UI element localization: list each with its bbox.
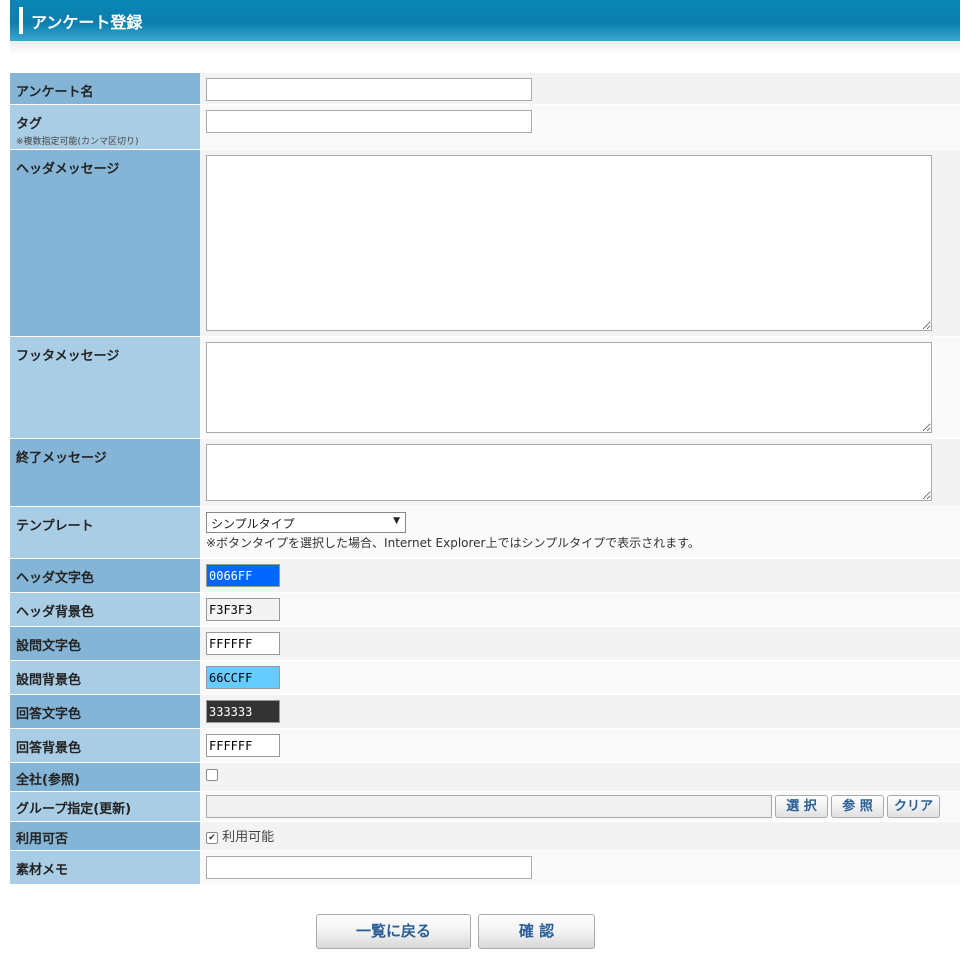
form-row-answer-text-color: 回答文字色: [10, 695, 960, 728]
footer-message-label: フッタメッセージ: [10, 337, 200, 438]
survey-name-input[interactable]: [206, 78, 532, 101]
form-row-footer-message: フッタメッセージ: [10, 337, 960, 438]
form-row-header-bg-color: ヘッダ背景色: [10, 593, 960, 626]
page-title: アンケート登録: [31, 13, 143, 32]
group-input[interactable]: [206, 795, 772, 818]
header-bg-color-label: ヘッダ背景色: [10, 593, 200, 626]
group-refer-button[interactable]: 参 照: [831, 795, 884, 818]
page-header: アンケート登録: [10, 0, 960, 41]
tags-input[interactable]: [206, 110, 532, 133]
survey-name-label: アンケート名: [10, 73, 200, 104]
confirm-button[interactable]: 確 認: [478, 914, 595, 949]
question-bg-color-input[interactable]: [206, 666, 280, 689]
form-row-tags: タグ ※複数指定可能(カンマ区切り): [10, 105, 960, 149]
company-wide-checkbox[interactable]: [206, 768, 218, 781]
template-selected-value: シンプルタイプ: [211, 517, 295, 531]
tags-label: タグ: [16, 117, 43, 132]
form-row-header-message: ヘッダメッセージ: [10, 150, 960, 336]
form-row-question-bg-color: 設問背景色: [10, 661, 960, 694]
material-memo-label: 素材メモ: [10, 851, 200, 884]
answer-text-color-label: 回答文字色: [10, 695, 200, 728]
header-bg-color-input[interactable]: [206, 598, 280, 621]
header-accent-bar: [19, 7, 23, 34]
answer-text-color-input[interactable]: [206, 700, 280, 723]
answer-bg-color-label: 回答背景色: [10, 729, 200, 762]
form-row-header-text-color: ヘッダ文字色: [10, 559, 960, 592]
end-message-label: 終了メッセージ: [10, 439, 200, 506]
header-text-color-input[interactable]: [206, 564, 280, 587]
form-row-end-message: 終了メッセージ: [10, 439, 960, 506]
available-checkbox[interactable]: ✔: [206, 831, 218, 844]
back-to-list-button[interactable]: 一覧に戻る: [316, 914, 471, 949]
header-message-label: ヘッダメッセージ: [10, 150, 200, 336]
template-note: ※ボタンタイプを選択した場合、Internet Explorer上ではシンプルタ…: [206, 536, 700, 550]
form-row-question-text-color: 設問文字色: [10, 627, 960, 660]
available-label: 利用可否: [10, 822, 200, 850]
form-row-template: テンプレート シンプルタイプ ▼ ※ボタンタイプを選択した場合、Internet…: [10, 507, 960, 558]
company-wide-label: 全社(参照): [10, 763, 200, 791]
template-select[interactable]: シンプルタイプ ▼: [206, 512, 406, 533]
material-memo-input[interactable]: [206, 856, 532, 879]
available-checkbox-label: 利用可能: [222, 830, 275, 845]
form-row-survey-name: アンケート名: [10, 73, 960, 104]
form-row-company-wide: 全社(参照): [10, 763, 960, 791]
question-bg-color-label: 設問背景色: [10, 661, 200, 694]
question-text-color-label: 設問文字色: [10, 627, 200, 660]
group-select-button[interactable]: 選 択: [775, 795, 828, 818]
group-label: グループ指定(更新): [10, 792, 200, 821]
template-label: テンプレート: [10, 507, 200, 558]
question-text-color-input[interactable]: [206, 632, 280, 655]
dropdown-arrow-icon: ▼: [393, 516, 400, 526]
survey-form: アンケート名 タグ ※複数指定可能(カンマ区切り) ヘッダメッセージ フッタメッ…: [10, 72, 960, 885]
header-shadow: [10, 41, 960, 55]
group-clear-button[interactable]: クリア: [887, 795, 940, 818]
answer-bg-color-input[interactable]: [206, 734, 280, 757]
footer-message-textarea[interactable]: [206, 342, 932, 433]
form-row-material-memo: 素材メモ: [10, 851, 960, 884]
header-message-textarea[interactable]: [206, 155, 932, 331]
form-row-group: グループ指定(更新) 選 択参 照クリア: [10, 792, 960, 821]
end-message-textarea[interactable]: [206, 444, 932, 501]
form-row-available: 利用可否 ✔ 利用可能: [10, 822, 960, 850]
form-row-answer-bg-color: 回答背景色: [10, 729, 960, 762]
header-text-color-label: ヘッダ文字色: [10, 559, 200, 592]
tags-sublabel: ※複数指定可能(カンマ区切り): [16, 137, 139, 147]
